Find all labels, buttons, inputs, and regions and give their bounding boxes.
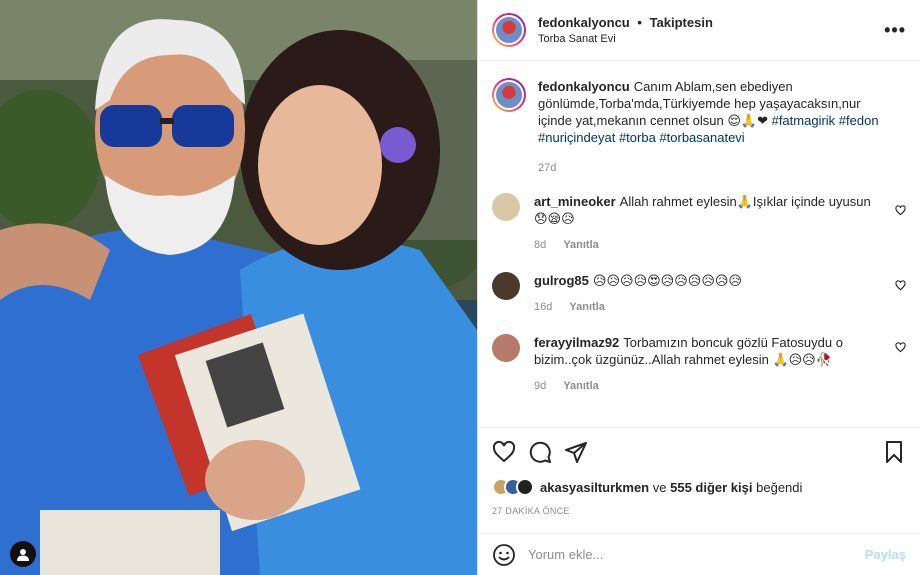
- comment-text: 😥😥😥😥😍😥😥😥😥😥😥: [592, 273, 742, 288]
- comment-item: ferayyilmaz92 Torbamızın boncuk gözlü Fat…: [492, 334, 906, 395]
- save-bookmark-icon[interactable]: [882, 440, 906, 464]
- post-actions: akasyasilturkmen ve 555 diğer kişi beğen…: [478, 427, 920, 516]
- like-heart-icon[interactable]: [492, 440, 516, 464]
- comment-input[interactable]: [528, 547, 865, 562]
- post-location[interactable]: Torba Sanat Evi: [538, 33, 884, 45]
- likes-others-count[interactable]: 555 diğer kişi: [670, 480, 752, 495]
- add-comment-bar: Paylaş: [478, 533, 920, 575]
- follow-status[interactable]: Takiptesin: [650, 15, 713, 30]
- like-comment-heart-icon[interactable]: [895, 280, 906, 291]
- likes-connector: ve: [652, 479, 667, 495]
- more-options-icon[interactable]: •••: [884, 20, 906, 41]
- author-avatar[interactable]: [492, 13, 526, 47]
- commenter-username[interactable]: art_mineoker: [534, 194, 616, 209]
- reply-button[interactable]: Yanıtla: [569, 301, 604, 313]
- commenter-username[interactable]: gulrog85: [534, 273, 589, 288]
- header-separator: •: [637, 15, 642, 30]
- reply-button[interactable]: Yanıtla: [563, 380, 598, 392]
- commenter-avatar[interactable]: [492, 334, 520, 362]
- photo-illustration: [0, 0, 477, 575]
- share-paper-plane-icon[interactable]: [564, 440, 588, 464]
- caption-username[interactable]: fedonkalyoncu: [538, 79, 630, 94]
- author-info: fedonkalyoncu • Takiptesin Torba Sanat E…: [538, 15, 884, 45]
- commenter-avatar[interactable]: [492, 193, 520, 221]
- action-bar: [492, 428, 906, 476]
- post-header: fedonkalyoncu • Takiptesin Torba Sanat E…: [478, 0, 920, 61]
- comment-bubble-icon[interactable]: [528, 440, 552, 464]
- instagram-post: fedonkalyoncu • Takiptesin Torba Sanat E…: [0, 0, 920, 575]
- likes-suffix: beğendi: [756, 479, 803, 495]
- author-username[interactable]: fedonkalyoncu: [538, 15, 630, 30]
- user-tag-icon: [17, 549, 29, 561]
- liker-username[interactable]: akasyasilturkmen: [540, 480, 649, 495]
- comment-item: art_mineoker Allah rahmet eylesin🙏Işıklar…: [492, 193, 906, 254]
- comment-age: 9d: [534, 380, 547, 392]
- emoji-smiley-icon[interactable]: [492, 543, 516, 567]
- commenter-avatar[interactable]: [492, 272, 520, 300]
- caption: fedonkalyoncu Canım Ablam,sen ebediyen gö…: [492, 78, 906, 177]
- like-comment-heart-icon[interactable]: [895, 205, 906, 216]
- caption-avatar[interactable]: [492, 78, 526, 112]
- caption-age: 27d: [538, 162, 557, 174]
- comments-section: fedonkalyoncu Canım Ablam,sen ebediyen gö…: [478, 62, 920, 426]
- post-timestamp[interactable]: 27 DAKİKA ÖNCE: [492, 506, 906, 516]
- tagged-users-button[interactable]: [10, 541, 36, 567]
- post-comment-button[interactable]: Paylaş: [865, 547, 906, 562]
- post-details-panel: fedonkalyoncu • Takiptesin Torba Sanat E…: [477, 0, 920, 575]
- comment-item: gulrog85 😥😥😥😥😍😥😥😥😥😥😥 16d Yanıtla: [492, 272, 906, 316]
- like-comment-heart-icon[interactable]: [895, 342, 906, 353]
- comment-age: 16d: [534, 301, 553, 313]
- reply-button[interactable]: Yanıtla: [563, 239, 598, 251]
- liker-avatars[interactable]: [492, 478, 534, 496]
- comment-age: 8d: [534, 239, 547, 251]
- commenter-username[interactable]: ferayyilmaz92: [534, 335, 619, 350]
- post-photo[interactable]: [0, 0, 477, 575]
- likes-summary: akasyasilturkmen ve 555 diğer kişi beğen…: [492, 476, 906, 498]
